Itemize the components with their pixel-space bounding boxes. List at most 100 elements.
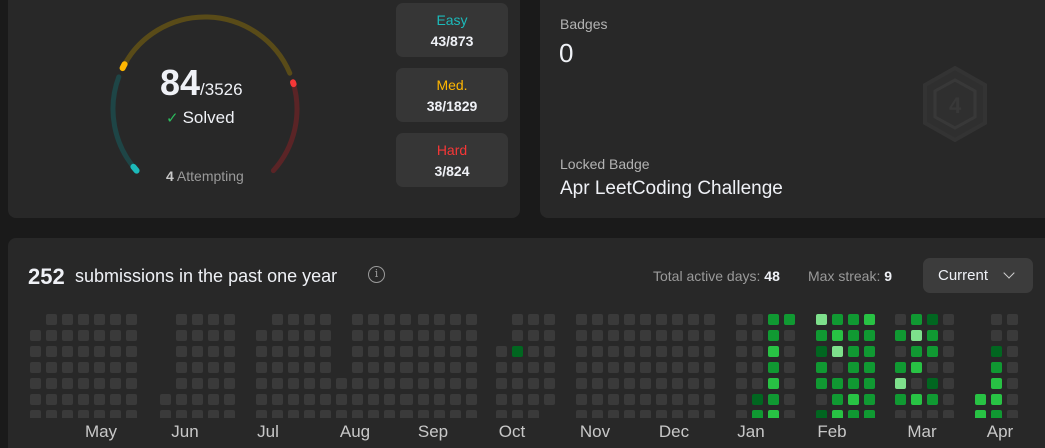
heatmap-day-cell[interactable] — [304, 330, 315, 341]
heatmap-day-cell[interactable] — [400, 314, 411, 325]
heatmap-day-cell[interactable] — [991, 314, 1002, 325]
heatmap-day-cell[interactable] — [384, 410, 395, 418]
heatmap-day-cell[interactable] — [352, 378, 363, 389]
heatmap-day-cell[interactable] — [224, 346, 235, 357]
heatmap-day-cell[interactable] — [434, 378, 445, 389]
heatmap-day-cell[interactable] — [704, 346, 715, 357]
heatmap-day-cell[interactable] — [288, 330, 299, 341]
heatmap-day-cell[interactable] — [544, 362, 555, 373]
heatmap-day-cell[interactable] — [466, 346, 477, 357]
heatmap-day-cell[interactable] — [911, 362, 922, 373]
heatmap-day-cell[interactable] — [352, 314, 363, 325]
heatmap-day-cell[interactable] — [30, 362, 41, 373]
heatmap-day-cell[interactable] — [384, 362, 395, 373]
heatmap-day-cell[interactable] — [304, 394, 315, 405]
heatmap-day-cell[interactable] — [320, 410, 331, 418]
heatmap-day-cell[interactable] — [288, 410, 299, 418]
heatmap-day-cell[interactable] — [402, 394, 413, 405]
heatmap-day-cell[interactable] — [192, 378, 203, 389]
heatmap-day-cell[interactable] — [895, 314, 906, 325]
heatmap-day-cell[interactable] — [304, 314, 315, 325]
heatmap-day-cell[interactable] — [418, 330, 429, 341]
heatmap-day-cell[interactable] — [110, 314, 121, 325]
heatmap-day-cell[interactable] — [512, 378, 523, 389]
heatmap-day-cell[interactable] — [991, 330, 1002, 341]
heatmap-day-cell[interactable] — [895, 394, 906, 405]
heatmap-day-cell[interactable] — [368, 410, 379, 418]
heatmap-day-cell[interactable] — [608, 346, 619, 357]
heatmap-day-cell[interactable] — [784, 330, 795, 341]
heatmap-day-cell[interactable] — [272, 362, 283, 373]
heatmap-day-cell[interactable] — [466, 314, 477, 325]
heatmap-day-cell[interactable] — [656, 314, 667, 325]
heatmap-day-cell[interactable] — [991, 394, 1002, 405]
heatmap-day-cell[interactable] — [832, 330, 843, 341]
heatmap-day-cell[interactable] — [402, 346, 413, 357]
heatmap-day-cell[interactable] — [592, 394, 603, 405]
heatmap-day-cell[interactable] — [192, 346, 203, 357]
heatmap-day-cell[interactable] — [991, 362, 1002, 373]
heatmap-day-cell[interactable] — [656, 410, 667, 418]
heatmap-day-cell[interactable] — [592, 314, 603, 325]
heatmap-day-cell[interactable] — [496, 410, 507, 418]
heatmap-day-cell[interactable] — [512, 394, 523, 405]
heatmap-day-cell[interactable] — [608, 394, 619, 405]
heatmap-day-cell[interactable] — [592, 362, 603, 373]
heatmap-day-cell[interactable] — [816, 410, 827, 418]
heatmap-day-cell[interactable] — [320, 346, 331, 357]
heatmap-day-cell[interactable] — [848, 314, 859, 325]
heatmap-day-cell[interactable] — [418, 410, 429, 418]
heatmap-day-cell[interactable] — [991, 346, 1002, 357]
heatmap-day-cell[interactable] — [368, 330, 379, 341]
heatmap-day-cell[interactable] — [704, 314, 715, 325]
heatmap-day-cell[interactable] — [911, 314, 922, 325]
heatmap-day-cell[interactable] — [272, 410, 283, 418]
heatmap-day-cell[interactable] — [624, 362, 635, 373]
heatmap-day-cell[interactable] — [832, 346, 843, 357]
heatmap-day-cell[interactable] — [1007, 378, 1018, 389]
heatmap-day-cell[interactable] — [272, 330, 283, 341]
heatmap-day-cell[interactable] — [418, 314, 429, 325]
heatmap-day-cell[interactable] — [30, 346, 41, 357]
heatmap-day-cell[interactable] — [62, 362, 73, 373]
heatmap-day-cell[interactable] — [576, 346, 587, 357]
heatmap-day-cell[interactable] — [30, 410, 41, 418]
heatmap-day-cell[interactable] — [208, 346, 219, 357]
heatmap-day-cell[interactable] — [943, 410, 954, 418]
heatmap-day-cell[interactable] — [848, 330, 859, 341]
heatmap-day-cell[interactable] — [94, 362, 105, 373]
heatmap-day-cell[interactable] — [224, 362, 235, 373]
heatmap-day-cell[interactable] — [911, 378, 922, 389]
heatmap-day-cell[interactable] — [576, 362, 587, 373]
heatmap-day-cell[interactable] — [418, 362, 429, 373]
heatmap-day-cell[interactable] — [752, 394, 763, 405]
heatmap-day-cell[interactable] — [320, 394, 331, 405]
heatmap-day-cell[interactable] — [656, 346, 667, 357]
heatmap-day-cell[interactable] — [434, 330, 445, 341]
heatmap-day-cell[interactable] — [592, 378, 603, 389]
heatmap-day-cell[interactable] — [736, 314, 747, 325]
heatmap-day-cell[interactable] — [320, 378, 331, 389]
heatmap-day-cell[interactable] — [624, 330, 635, 341]
heatmap-day-cell[interactable] — [512, 346, 523, 357]
heatmap-day-cell[interactable] — [224, 410, 235, 418]
heatmap-day-cell[interactable] — [672, 378, 683, 389]
heatmap-day-cell[interactable] — [943, 394, 954, 405]
heatmap-day-cell[interactable] — [592, 410, 603, 418]
heatmap-day-cell[interactable] — [110, 330, 121, 341]
heatmap-day-cell[interactable] — [466, 394, 477, 405]
heatmap-day-cell[interactable] — [656, 394, 667, 405]
heatmap-day-cell[interactable] — [1007, 330, 1018, 341]
heatmap-day-cell[interactable] — [768, 330, 779, 341]
heatmap-day-cell[interactable] — [864, 378, 875, 389]
heatmap-day-cell[interactable] — [576, 330, 587, 341]
heatmap-day-cell[interactable] — [94, 378, 105, 389]
heatmap-day-cell[interactable] — [528, 362, 539, 373]
heatmap-day-cell[interactable] — [434, 394, 445, 405]
heatmap-day-cell[interactable] — [208, 314, 219, 325]
heatmap-day-cell[interactable] — [640, 346, 651, 357]
heatmap-day-cell[interactable] — [256, 362, 267, 373]
heatmap-day-cell[interactable] — [672, 314, 683, 325]
heatmap-day-cell[interactable] — [30, 394, 41, 405]
hard-stat[interactable]: Hard 3/824 — [396, 133, 508, 187]
